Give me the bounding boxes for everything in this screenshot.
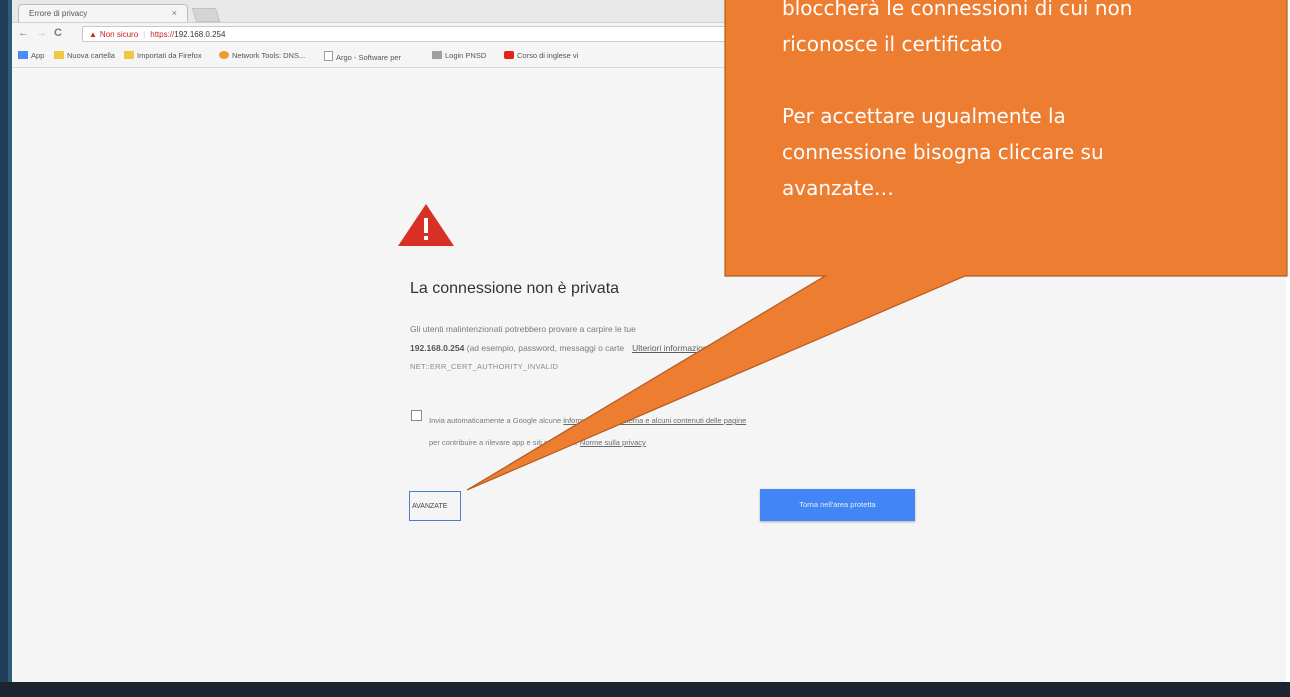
callout-line-2: riconosce il certificato — [782, 32, 1003, 56]
callout-line-1: bloccherà le connessioni di cui non — [782, 0, 1133, 20]
callout-line-4: connessione bisogna cliccare su — [782, 140, 1104, 164]
callout-text: bloccherà le connessioni di cui non rico… — [782, 0, 1272, 206]
callout-line-3: Per accettare ugualmente la — [782, 104, 1066, 128]
callout-line-5: avanzate… — [782, 176, 894, 200]
